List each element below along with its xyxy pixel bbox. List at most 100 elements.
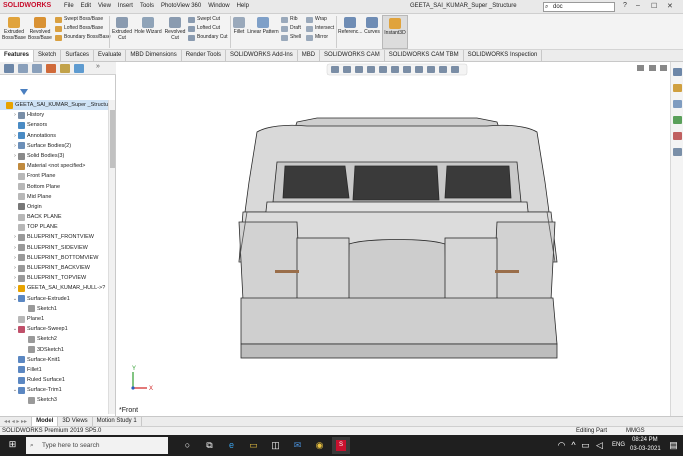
tree-item[interactable]: Sketch2 xyxy=(0,334,108,344)
graphics-viewport[interactable]: Y X *Front xyxy=(117,62,670,416)
file-explorer-icon[interactable] xyxy=(673,100,682,108)
tab-mbd[interactable]: MBD xyxy=(298,50,321,62)
taskbar-search[interactable]: ⌕ Type here to search xyxy=(26,437,168,454)
close-icon[interactable]: ✕ xyxy=(667,2,673,10)
window-control-icons[interactable] xyxy=(637,65,667,71)
tree-item[interactable]: › Solid Bodies(3) xyxy=(0,151,108,161)
volume-icon[interactable]: ◁ xyxy=(594,440,605,451)
tab-model[interactable]: Model xyxy=(32,417,59,426)
tree-item[interactable]: Ruled Surface1 xyxy=(0,375,108,385)
edge-icon[interactable]: e xyxy=(226,440,237,451)
draft-button[interactable]: Draft xyxy=(281,24,301,33)
curves-button[interactable]: Curves xyxy=(363,17,381,35)
lofted-cut-button[interactable]: Lofted Cut xyxy=(188,24,228,33)
swept-cut-button[interactable]: Swept Cut xyxy=(188,15,228,24)
windows-start-icon[interactable]: ⊞ xyxy=(7,439,18,450)
menu-tools[interactable]: Tools xyxy=(140,3,154,9)
tab-3d-views[interactable]: 3D Views xyxy=(58,417,93,426)
configuration-icon[interactable] xyxy=(32,64,42,73)
custom-properties-icon[interactable] xyxy=(673,148,682,156)
tab-addins[interactable]: SOLIDWORKS Add-Ins xyxy=(226,50,298,62)
revolved-boss-button[interactable]: Revolved Boss/Base xyxy=(28,17,52,41)
extruded-boss-button[interactable]: Extruded Boss/Base xyxy=(2,17,26,41)
tab-evaluate[interactable]: Evaluate xyxy=(94,50,127,62)
tree-item[interactable]: Sketch1 xyxy=(0,304,108,314)
tree-item[interactable]: Sketch3 xyxy=(0,395,108,405)
menu-view[interactable]: View xyxy=(98,3,111,9)
maximize-icon[interactable]: ☐ xyxy=(651,2,657,10)
clock-date[interactable]: 03-03-2021 xyxy=(630,446,661,452)
help-icon[interactable]: ? xyxy=(623,2,627,9)
tree-item[interactable]: › Annotations xyxy=(0,131,108,141)
vehicle-model[interactable] xyxy=(238,117,558,359)
solidworks-taskbar-item[interactable]: S xyxy=(332,437,350,454)
solidworks-logo[interactable]: SOLIDWORKS xyxy=(3,2,51,9)
tree-item[interactable]: Surface-Knit1 xyxy=(0,355,108,365)
tree-item[interactable]: Origin xyxy=(0,202,108,212)
menu-help[interactable]: Help xyxy=(237,3,249,9)
home-icon[interactable] xyxy=(673,68,682,76)
task-view-icon[interactable]: ⧉ xyxy=(204,440,215,451)
feature-tree-icon[interactable] xyxy=(4,64,14,73)
file-explorer-taskbar-icon[interactable]: ▭ xyxy=(248,440,259,451)
heads-up-view-toolbar[interactable] xyxy=(326,63,468,76)
tree-item[interactable]: Fillet1 xyxy=(0,365,108,375)
menu-photoview[interactable]: PhotoView 360 xyxy=(161,3,201,9)
menu-file[interactable]: File xyxy=(64,3,74,9)
menu-edit[interactable]: Edit xyxy=(81,3,91,9)
hole-wizard-button[interactable]: Hole Wizard xyxy=(134,17,162,35)
tab-features[interactable]: Features xyxy=(0,50,35,62)
tree-item[interactable]: › BLUEPRINT_SIDEVIEW xyxy=(0,243,108,253)
appearances-icon[interactable] xyxy=(673,132,682,140)
wrap-button[interactable]: Wrap xyxy=(306,15,334,24)
instant3d-button[interactable]: Instant3D xyxy=(382,15,408,49)
tab-motion-study[interactable]: Motion Study 1 xyxy=(93,417,142,426)
minimize-icon[interactable]: – xyxy=(636,2,640,9)
store-icon[interactable]: ◫ xyxy=(270,440,281,451)
display-manager-icon[interactable] xyxy=(60,64,70,73)
tab-cam[interactable]: SOLIDWORKS CAM xyxy=(320,50,385,62)
system-tray-icon[interactable]: ^ xyxy=(568,440,579,451)
cortana-icon[interactable]: ○ xyxy=(182,440,193,451)
tab-nav-arrows[interactable]: ◂◂ ◂ ▸ ▸▸ xyxy=(0,417,33,426)
chevron-right-icon[interactable]: » xyxy=(96,63,110,72)
dimxpert-icon[interactable] xyxy=(46,64,56,73)
tree-item[interactable]: 3DSketch1 xyxy=(0,345,108,355)
menu-window[interactable]: Window xyxy=(208,3,229,9)
tree-item[interactable]: TOP PLANE xyxy=(0,222,108,232)
tree-item[interactable]: Bottom Plane xyxy=(0,182,108,192)
tree-item[interactable]: ⌄ Surface-Trim1 xyxy=(0,385,108,395)
chrome-icon[interactable]: ◉ xyxy=(314,440,325,451)
tree-item[interactable]: › BLUEPRINT_TOPVIEW xyxy=(0,273,108,283)
tree-root[interactable]: GEETA_SAI_KUMAR_Super _Structu xyxy=(0,100,108,111)
tab-render-tools[interactable]: Render Tools xyxy=(182,50,227,62)
tree-item[interactable]: Material <not specified> xyxy=(0,161,108,171)
clock-time[interactable]: 08:24 PM xyxy=(632,437,658,443)
tree-item[interactable]: › History xyxy=(0,110,108,120)
notification-icon[interactable]: ▤ xyxy=(668,440,679,451)
tree-item[interactable]: Plane1 xyxy=(0,314,108,324)
shell-button[interactable]: Shell xyxy=(281,33,301,42)
search-input[interactable]: ⌕ doc xyxy=(543,2,615,12)
property-manager-icon[interactable] xyxy=(18,64,28,73)
extruded-cut-button[interactable]: Extruded Cut xyxy=(111,17,133,41)
filter-icon[interactable] xyxy=(20,89,28,96)
menu-insert[interactable]: Insert xyxy=(118,3,133,9)
boundary-boss-button[interactable]: Boundary Boss/Base xyxy=(55,33,111,42)
tree-item[interactable]: › BLUEPRINT_BOTTOMVIEW xyxy=(0,253,108,263)
tree-item[interactable]: › BLUEPRINT_BACKVIEW xyxy=(0,263,108,273)
status-units[interactable]: MMGS xyxy=(626,428,645,434)
tab-sketch[interactable]: Sketch xyxy=(34,50,62,62)
swept-boss-button[interactable]: Swept Boss/Base xyxy=(55,15,111,24)
language-indicator[interactable]: ENG xyxy=(612,442,625,448)
design-library-icon[interactable] xyxy=(673,84,682,92)
lofted-boss-button[interactable]: Lofted Boss/Base xyxy=(55,24,111,33)
tab-mbd-dimensions[interactable]: MBD Dimensions xyxy=(126,50,182,62)
fillet-button[interactable]: Fillet xyxy=(232,17,246,35)
scrollbar-thumb[interactable] xyxy=(110,110,115,168)
tree-item[interactable]: ⌄ Surface-Sweep1 xyxy=(0,324,108,334)
network-icon[interactable]: ◠ xyxy=(556,440,567,451)
reference-geometry-button[interactable]: Referenc... xyxy=(338,17,362,35)
tree-item[interactable]: Front Plane xyxy=(0,171,108,181)
tab-cam-tbm[interactable]: SOLIDWORKS CAM TBM xyxy=(385,50,464,62)
